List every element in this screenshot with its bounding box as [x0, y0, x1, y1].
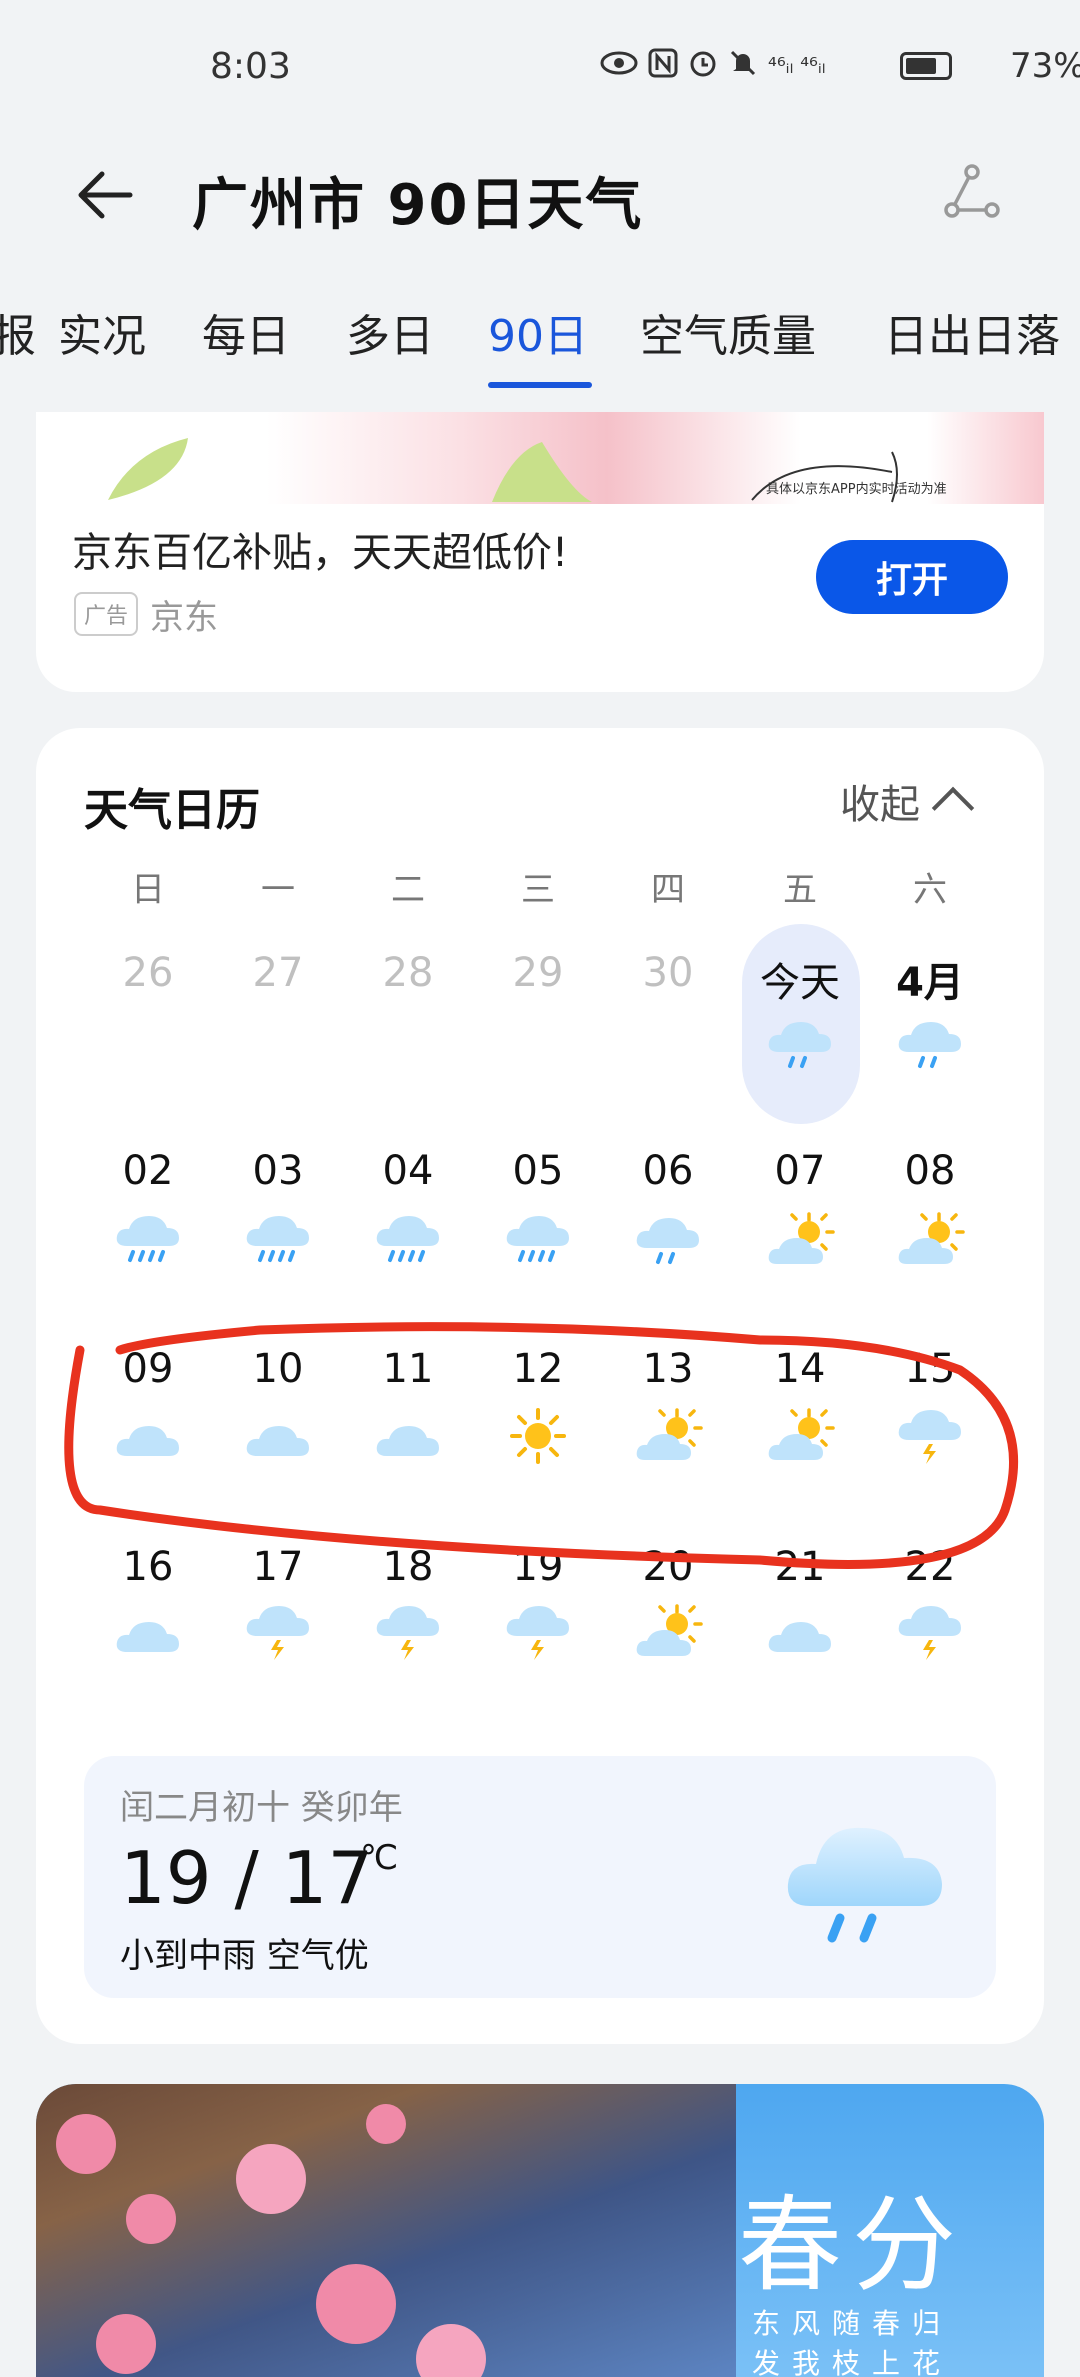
- calendar-day[interactable]: 29: [483, 950, 593, 996]
- calendar-day[interactable]: 02: [93, 1148, 203, 1194]
- cloudy-icon: [765, 1602, 835, 1662]
- collapse-label: 收起: [840, 782, 920, 828]
- battery-icon: [900, 52, 952, 80]
- alarm-icon: [688, 48, 718, 85]
- weekday-label: 五: [783, 870, 817, 910]
- thunder-shower-icon: [503, 1602, 573, 1662]
- share-icon: [944, 164, 1000, 218]
- chevron-up-icon: [931, 786, 975, 830]
- heavy-rain-icon: [373, 1210, 443, 1270]
- ad-open-button[interactable]: 打开: [816, 540, 1008, 614]
- eye-icon: [600, 50, 638, 83]
- weekday-label: 一: [261, 870, 295, 910]
- calendar-day[interactable]: 07: [745, 1148, 855, 1194]
- rain-cloud-icon: [780, 1806, 950, 1956]
- blossom: [366, 2104, 406, 2144]
- lunar-date: 闰二月初十 癸卯年: [120, 1788, 403, 1828]
- weekday-label: 六: [913, 870, 947, 910]
- calendar-day[interactable]: 27: [223, 950, 333, 996]
- weekday-label: 三: [521, 870, 555, 910]
- signal-icon: ⁴⁶ᵢₗ ⁴⁶ᵢₗ: [768, 54, 826, 79]
- temperature-range: 19 / 17: [120, 1836, 374, 1920]
- calendar-day-today[interactable]: 今天: [745, 950, 855, 1008]
- calendar-day[interactable]: 4月: [875, 950, 985, 1008]
- light-rain-icon: [765, 1014, 835, 1074]
- tab-bar: 报 实况 每日 多日 90日 空气质量 日出日落: [0, 300, 1080, 390]
- weekday-label: 日: [131, 870, 165, 910]
- tab-air-quality[interactable]: 空气质量: [640, 300, 816, 364]
- heavy-rain-icon: [113, 1210, 183, 1270]
- page-title: 广州市 90日天气: [192, 173, 644, 238]
- tab-multi-day[interactable]: 多日: [346, 300, 434, 364]
- ad-fine-print: 具体以京东APP内实时活动为准: [766, 482, 947, 497]
- banner-line-2: 发我枝上花: [752, 2347, 953, 2377]
- light-rain-icon: [895, 1014, 965, 1074]
- back-button[interactable]: [70, 160, 140, 230]
- ad-title: 京东百亿补贴，天天超低价!: [72, 530, 569, 576]
- calendar-day[interactable]: 08: [875, 1148, 985, 1194]
- tab-partial[interactable]: 报: [0, 300, 36, 364]
- partly-cloudy-icon: [895, 1210, 965, 1270]
- collapse-button[interactable]: 收起: [840, 772, 975, 830]
- tab-daily[interactable]: 每日: [202, 300, 290, 364]
- heavy-rain-icon: [503, 1210, 573, 1270]
- calendar-day[interactable]: 26: [93, 950, 203, 996]
- arrow-left-icon: [78, 171, 133, 219]
- tab-90-day[interactable]: 90日: [488, 300, 588, 364]
- partly-cloudy-icon: [765, 1210, 835, 1270]
- banner-line-1: 东风随春归: [752, 2307, 953, 2340]
- blossom: [96, 2314, 156, 2374]
- share-button[interactable]: [940, 160, 1004, 224]
- blossom: [236, 2144, 306, 2214]
- calendar-day[interactable]: 05: [483, 1148, 593, 1194]
- calendar-title: 天气日历: [84, 785, 260, 836]
- thunder-shower-icon: [373, 1602, 443, 1662]
- calendar-day[interactable]: 30: [613, 950, 723, 996]
- banner-title: 春分: [738, 2184, 967, 2306]
- weekday-label: 二: [391, 870, 425, 910]
- ad-label: 广告: [74, 592, 139, 636]
- temperature-unit: ℃: [360, 1838, 399, 1878]
- calendar-day[interactable]: 03: [223, 1148, 333, 1194]
- calendar-day[interactable]: 06: [613, 1148, 723, 1194]
- tab-live[interactable]: 实况: [58, 300, 146, 364]
- ad-brand: 京东: [150, 598, 218, 638]
- tab-active-indicator: [488, 382, 592, 388]
- weather-description: 小到中雨 空气优: [120, 1936, 369, 1976]
- battery-percent: 73%: [1010, 46, 1080, 86]
- heavy-rain-icon: [243, 1210, 313, 1270]
- tab-sunrise-sunset[interactable]: 日出日落: [884, 300, 1060, 364]
- weekday-label: 四: [651, 870, 685, 910]
- light-rain-icon: [633, 1210, 703, 1270]
- partly-cloudy-icon: [633, 1602, 703, 1662]
- nfc-icon: [648, 48, 678, 85]
- thunder-shower-icon: [243, 1602, 313, 1662]
- red-circle-annotation: [64, 1322, 1019, 1569]
- thunder-shower-icon: [895, 1602, 965, 1662]
- status-icons: ⁴⁶ᵢₗ ⁴⁶ᵢₗ: [600, 48, 825, 85]
- cloudy-icon: [113, 1602, 183, 1662]
- blossom: [126, 2194, 176, 2244]
- calendar-day[interactable]: 28: [353, 950, 463, 996]
- status-time: 8:03: [210, 46, 291, 87]
- blossom: [316, 2264, 396, 2344]
- mute-icon: [728, 48, 758, 85]
- blossom: [56, 2114, 116, 2174]
- calendar-day[interactable]: 04: [353, 1148, 463, 1194]
